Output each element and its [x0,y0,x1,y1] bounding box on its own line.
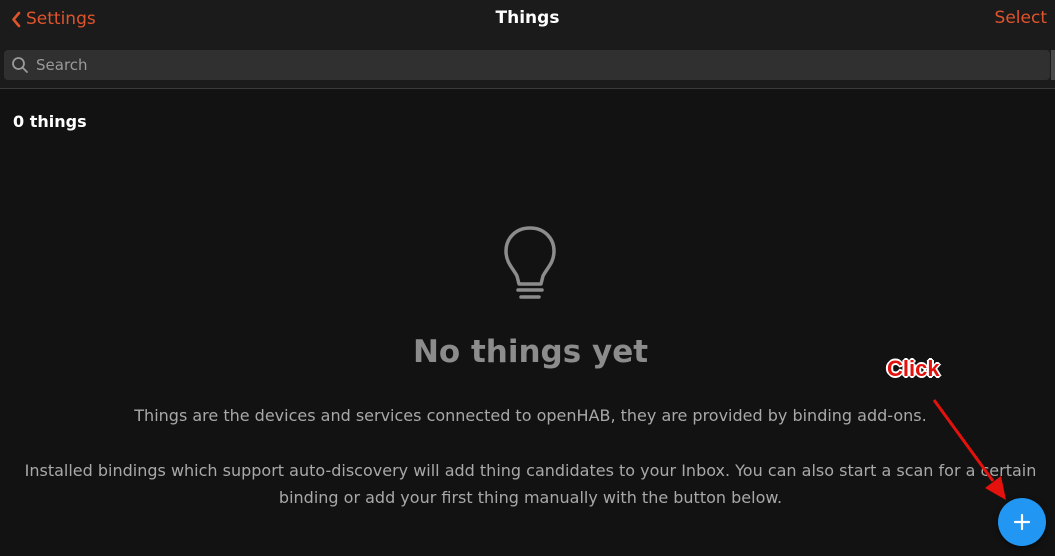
empty-state-hint: Installed bindings which support auto-di… [24,461,1037,507]
add-thing-button[interactable] [998,498,1046,546]
page-title: Things [495,8,560,28]
annotation-label: Click [887,356,940,381]
select-button[interactable]: Select [995,8,1047,28]
search-input[interactable] [34,55,1050,75]
empty-state-description: Things are the devices and services conn… [134,406,927,425]
searchbar-container [0,40,1055,89]
plus-icon [1013,513,1031,531]
search-icon [11,56,29,74]
things-count: 0 things [13,112,87,131]
scrollbar[interactable] [1051,50,1055,80]
lightbulb-icon [500,224,560,308]
navbar: Settings Things Select [0,0,1055,40]
searchbar [4,50,1050,80]
